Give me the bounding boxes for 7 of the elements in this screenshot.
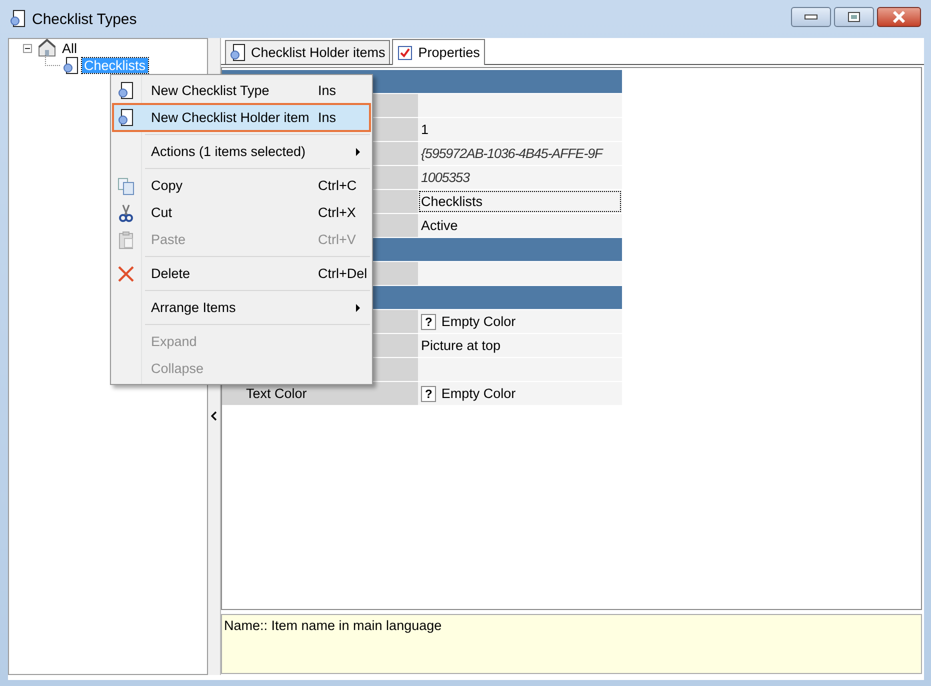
color-value: Empty Color (441, 386, 516, 401)
description-panel: Name:: Item name in main language (221, 614, 922, 674)
color-swatch: ? (421, 386, 436, 402)
window-title: Checklist Types (32, 10, 137, 28)
color-value: Empty Color (441, 314, 516, 329)
property-name-cell: Text Color (222, 382, 418, 405)
color-swatch: ? (421, 314, 436, 330)
